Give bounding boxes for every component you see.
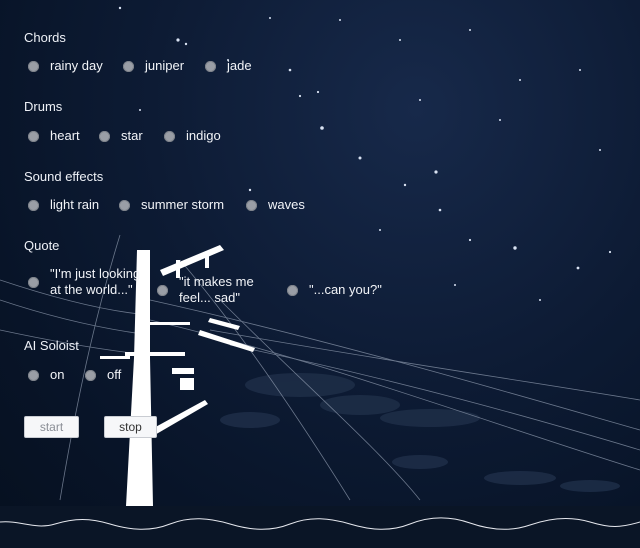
drums-option-heart[interactable]: heart [28,128,80,144]
sound-effects-option-waves[interactable]: waves [246,197,305,213]
sound-effects-option-summer-storm[interactable]: summer storm [119,197,224,213]
radio-button[interactable] [119,199,130,211]
chords-label: Chords [24,30,66,45]
radio-button[interactable] [28,130,39,142]
radio-button[interactable] [205,60,216,72]
sound-effects-option-light-rain[interactable]: light rain [28,197,99,213]
quote-option-makes-me-sad[interactable]: "it makes me feel... sad" [157,274,259,306]
radio-button[interactable] [287,284,298,296]
radio-button[interactable] [246,199,257,211]
ai-soloist-option-on[interactable]: on [28,367,64,383]
radio-button[interactable] [85,369,96,381]
drums-option-indigo[interactable]: indigo [164,128,221,144]
radio-button[interactable] [123,60,134,72]
start-button[interactable]: start [24,416,79,438]
quote-option-can-you[interactable]: "...can you?" [287,282,382,298]
radio-button[interactable] [99,130,110,142]
chords-option-jade[interactable]: jade [205,58,252,74]
stop-button[interactable]: stop [104,416,157,438]
sound-effects-label: Sound effects [24,169,104,184]
chords-option-juniper[interactable]: juniper [123,58,184,74]
ai-soloist-label: AI Soloist [24,338,79,353]
ai-soloist-option-off[interactable]: off [85,367,121,383]
radio-button[interactable] [157,284,168,296]
chords-option-rainy-day[interactable]: rainy day [28,58,103,74]
radio-button[interactable] [164,130,175,142]
quote-label: Quote [24,238,60,253]
drums-label: Drums [24,99,63,114]
radio-button[interactable] [28,60,39,72]
radio-button[interactable] [28,369,39,381]
drums-option-star[interactable]: star [99,128,143,144]
clouds [220,373,620,492]
bottom-band [0,506,640,548]
radio-button[interactable] [28,199,39,211]
radio-button[interactable] [28,276,39,288]
quote-option-looking-at-world[interactable]: "I'm just looking at the world..." [28,266,142,298]
